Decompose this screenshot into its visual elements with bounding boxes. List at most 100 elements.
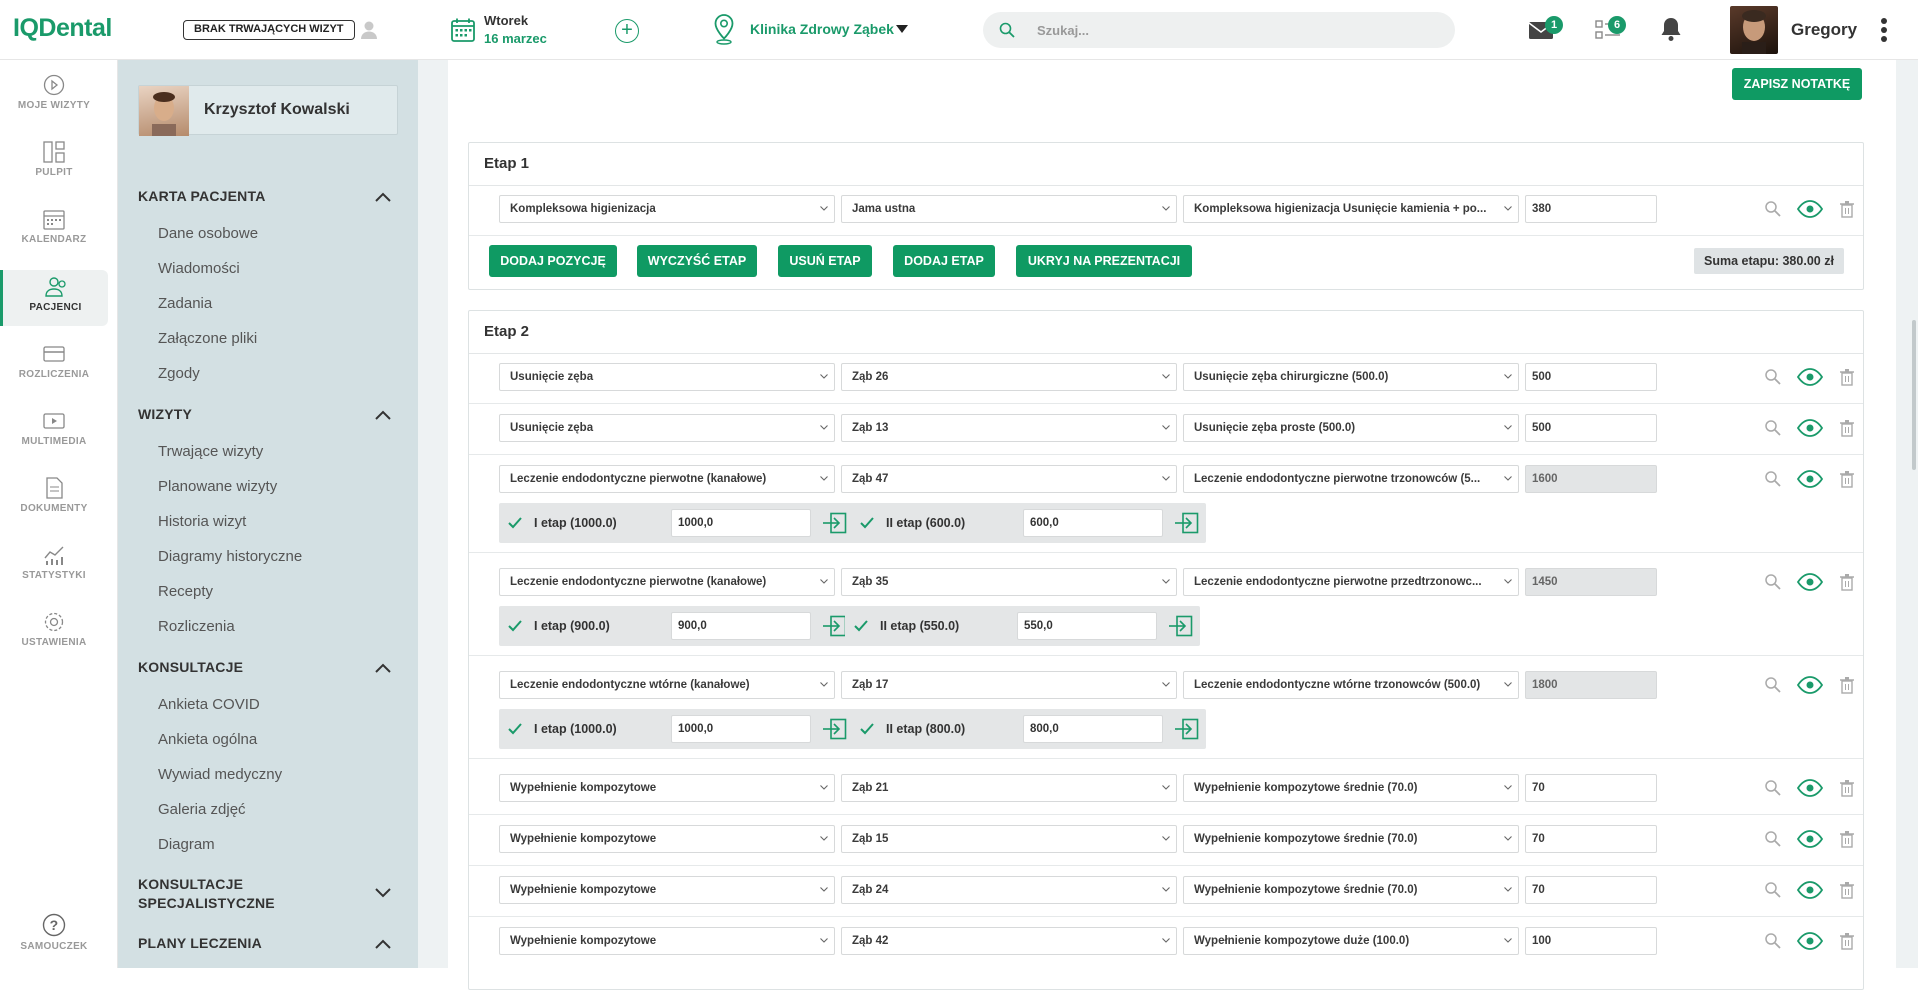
procedure-select[interactable]: Wypełnienie kompozytowe (499, 774, 835, 802)
eye-icon[interactable] (1797, 675, 1823, 695)
search-icon[interactable] (1763, 469, 1783, 489)
section-specialist-consultations[interactable]: KONSULTACJE (138, 876, 243, 892)
price-input[interactable]: 100 (1525, 927, 1657, 955)
search-icon[interactable] (1763, 572, 1783, 592)
section-patient-card[interactable]: KARTA PACJENTA (138, 188, 266, 204)
main-scrollbar[interactable] (1912, 320, 1916, 470)
price-input[interactable]: 500 (1525, 363, 1657, 391)
trash-icon[interactable] (1837, 469, 1857, 489)
detail-select[interactable]: Wypełnienie kompozytowe średnie (70.0) (1183, 825, 1519, 853)
tooth-select[interactable]: Ząb 35 (841, 568, 1177, 596)
trash-icon[interactable] (1837, 199, 1857, 219)
apply-icon[interactable] (1167, 615, 1193, 637)
eye-icon[interactable] (1797, 829, 1823, 849)
trash-icon[interactable] (1837, 367, 1857, 387)
search-icon[interactable] (1763, 778, 1783, 798)
section-treatment-plans[interactable]: PLANY LECZENIA (138, 935, 262, 951)
procedure-select[interactable]: Leczenie endodontyczne wtórne (kanałowe) (499, 671, 835, 699)
chevron-up-icon[interactable] (374, 191, 392, 203)
nav-dashboard[interactable]: PULPIT (0, 135, 108, 191)
sub-stage-amount-input[interactable]: 1000,0 (671, 509, 811, 537)
price-input[interactable]: 1800 (1525, 671, 1657, 699)
chevron-down-icon[interactable] (374, 886, 392, 898)
eye-icon[interactable] (1797, 931, 1823, 951)
link-planned-visits[interactable]: Planowane wizyty (158, 478, 277, 495)
link-visit-history[interactable]: Historia wizyt (158, 513, 246, 530)
detail-select[interactable]: Usunięcie zęba chirurgiczne (500.0) (1183, 363, 1519, 391)
clinic-dropdown-icon[interactable] (896, 25, 908, 33)
hide-in-presentation-button[interactable]: UKRYJ NA PREZENTACJI (1016, 245, 1192, 277)
section-visits[interactable]: WIZYTY (138, 406, 192, 422)
patient-card[interactable]: Krzysztof Kowalski (138, 85, 398, 136)
detail-select[interactable]: Kompleksowa higienizacja Usunięcie kamie… (1183, 195, 1519, 223)
user-name[interactable]: Gregory (1791, 20, 1857, 40)
apply-icon[interactable] (821, 718, 847, 740)
section-specialist-consultations-line2[interactable]: SPECJALISTYCZNE (138, 895, 275, 911)
eye-icon[interactable] (1797, 572, 1823, 592)
add-visit-button[interactable]: + (615, 19, 639, 43)
link-billing[interactable]: Rozliczenia (158, 618, 235, 635)
check-icon[interactable] (507, 515, 523, 531)
search-icon[interactable] (1763, 931, 1783, 951)
bell-icon[interactable] (1660, 16, 1682, 42)
detail-select[interactable]: Wypełnienie kompozytowe średnie (70.0) (1183, 876, 1519, 904)
nav-documents[interactable]: DOKUMENTY (0, 471, 108, 527)
trash-icon[interactable] (1837, 880, 1857, 900)
sub-stage-amount-input[interactable]: 900,0 (671, 612, 811, 640)
sub-stage-amount-input[interactable]: 550,0 (1017, 612, 1157, 640)
tooth-select[interactable]: Ząb 13 (841, 414, 1177, 442)
eye-icon[interactable] (1797, 778, 1823, 798)
chevron-up-icon[interactable] (374, 409, 392, 421)
price-input[interactable]: 380 (1525, 195, 1657, 223)
detail-select[interactable]: Leczenie endodontyczne pierwotne przedtr… (1183, 568, 1519, 596)
add-position-button[interactable]: DODAJ POZYCJĘ (489, 245, 617, 277)
link-prescriptions[interactable]: Recepty (158, 583, 213, 600)
link-personal-data[interactable]: Dane osobowe (158, 225, 258, 242)
sub-stage-amount-input[interactable]: 600,0 (1023, 509, 1163, 537)
trash-icon[interactable] (1837, 418, 1857, 438)
apply-icon[interactable] (1173, 512, 1199, 534)
eye-icon[interactable] (1797, 880, 1823, 900)
more-menu-icon[interactable] (1880, 16, 1888, 44)
procedure-select[interactable]: Leczenie endodontyczne pierwotne (kanało… (499, 465, 835, 493)
nav-tutorial[interactable]: ? SAMOUCZEK (0, 907, 108, 963)
sub-stage-amount-input[interactable]: 1000,0 (671, 715, 811, 743)
procedure-select[interactable]: Usunięcie zęba (499, 363, 835, 391)
check-icon[interactable] (859, 515, 875, 531)
link-tasks[interactable]: Zadania (158, 295, 212, 312)
procedure-select[interactable]: Wypełnienie kompozytowe (499, 876, 835, 904)
nav-patients[interactable]: PACJENCI (0, 270, 108, 326)
detail-select[interactable]: Leczenie endodontyczne wtórne trzonowców… (1183, 671, 1519, 699)
link-photo-gallery[interactable]: Galeria zdjęć (158, 801, 246, 818)
clear-stage-button[interactable]: WYCZYŚĆ ETAP (637, 245, 757, 277)
nav-statistics[interactable]: STATYSTYKI (0, 538, 108, 594)
calendar-icon[interactable] (450, 17, 476, 43)
tooth-select[interactable]: Ząb 42 (841, 927, 1177, 955)
detail-select[interactable]: Usunięcie zęba proste (500.0) (1183, 414, 1519, 442)
link-consents[interactable]: Zgody (158, 365, 200, 382)
trash-icon[interactable] (1837, 931, 1857, 951)
check-icon[interactable] (859, 721, 875, 737)
price-input[interactable]: 1600 (1525, 465, 1657, 493)
link-diagram[interactable]: Diagram (158, 836, 215, 853)
tooth-select[interactable]: Ząb 17 (841, 671, 1177, 699)
link-attached-files[interactable]: Załączone pliki (158, 330, 257, 347)
clinic-selector[interactable]: Klinika Zdrowy Ząbek (750, 21, 894, 37)
apply-icon[interactable] (1173, 718, 1199, 740)
price-input[interactable]: 500 (1525, 414, 1657, 442)
search-icon[interactable] (1763, 675, 1783, 695)
procedure-select[interactable]: Wypełnienie kompozytowe (499, 927, 835, 955)
nav-my-visits[interactable]: MOJE WIZYTY (0, 68, 108, 124)
eye-icon[interactable] (1797, 418, 1823, 438)
user-avatar[interactable] (1730, 6, 1778, 54)
eye-icon[interactable] (1797, 469, 1823, 489)
procedure-select[interactable]: Wypełnienie kompozytowe (499, 825, 835, 853)
search-icon[interactable] (1763, 367, 1783, 387)
apply-icon[interactable] (821, 615, 847, 637)
link-messages[interactable]: Wiadomości (158, 260, 240, 277)
check-icon[interactable] (507, 721, 523, 737)
check-icon[interactable] (853, 618, 869, 634)
search-bar[interactable] (983, 12, 1455, 48)
search-icon[interactable] (1763, 829, 1783, 849)
tooth-select[interactable]: Ząb 47 (841, 465, 1177, 493)
